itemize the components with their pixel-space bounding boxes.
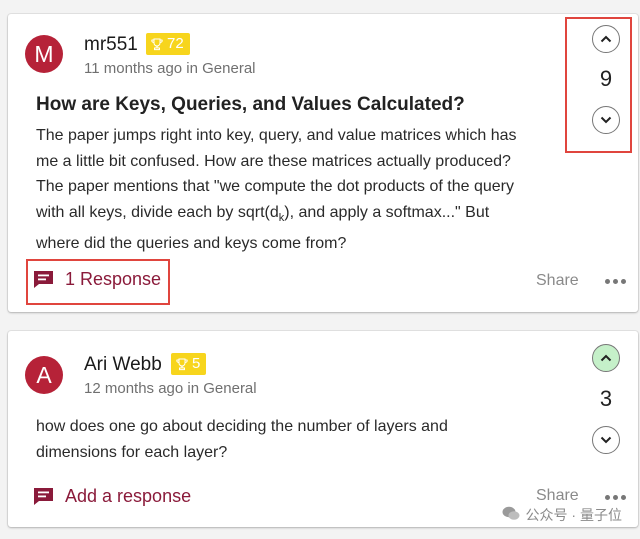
post-body-fragment: ), and apply a softmax..." But xyxy=(284,203,490,221)
dot xyxy=(605,279,610,284)
post-body-fragment: with all keys, divide each by sqrt(d xyxy=(36,203,279,221)
badge-points: 5 xyxy=(192,355,201,372)
chevron-down-icon xyxy=(600,111,612,129)
avatar-letter: A xyxy=(36,362,52,388)
chevron-up-icon xyxy=(600,30,612,48)
post-meta: 11 months ago in General xyxy=(84,60,256,77)
trophy-icon xyxy=(151,38,163,51)
author-name[interactable]: Ari Webb xyxy=(84,354,162,376)
dot xyxy=(621,279,626,284)
dot xyxy=(613,495,618,500)
post-card: M mr551 72 11 months ago in General How … xyxy=(8,14,638,312)
upvote-button[interactable] xyxy=(592,344,620,372)
chevron-down-icon xyxy=(600,431,612,449)
avatar[interactable]: A xyxy=(25,356,63,394)
points-badge: 5 xyxy=(171,353,207,375)
post-body-line: how does one go about deciding the numbe… xyxy=(36,418,448,435)
more-options-button[interactable] xyxy=(605,279,626,284)
downvote-button[interactable] xyxy=(592,106,620,134)
badge-points: 72 xyxy=(167,35,184,52)
vote-count: 3 xyxy=(599,386,613,411)
share-button[interactable]: Share xyxy=(536,272,579,290)
dot xyxy=(613,279,618,284)
add-response-label: Add a response xyxy=(65,486,192,506)
share-button[interactable]: Share xyxy=(536,487,579,505)
downvote-button[interactable] xyxy=(592,426,620,454)
comment-icon xyxy=(33,487,54,506)
comment-icon xyxy=(33,270,54,289)
trophy-icon xyxy=(176,358,188,371)
post-body-line: with all keys, divide each by sqrt(dk), … xyxy=(36,200,556,232)
post-body: how does one go about deciding the numbe… xyxy=(36,414,536,465)
post-body-line: dimensions for each layer? xyxy=(36,443,228,461)
post-body-line: The paper mentions that "we compute the … xyxy=(36,178,514,195)
watermark-text: 公众号 · 量子位 xyxy=(525,507,622,523)
watermark: 公众号 · 量子位 xyxy=(502,505,622,525)
post-body-line: me a little bit confused. How are these … xyxy=(36,152,511,170)
post-meta: 12 months ago in General xyxy=(84,380,257,397)
upvote-button[interactable] xyxy=(592,25,620,53)
author-name[interactable]: mr551 xyxy=(84,34,138,56)
avatar-letter: M xyxy=(34,41,54,67)
post-title[interactable]: How are Keys, Queries, and Values Calcul… xyxy=(36,94,465,116)
post-body-line: where did the queries and keys come from… xyxy=(36,235,347,253)
post-card: A Ari Webb 5 12 months ago in General ho… xyxy=(8,331,638,527)
responses-link[interactable]: 1 Response xyxy=(33,269,161,290)
post-body-line: The paper jumps right into key, query, a… xyxy=(36,127,517,144)
vote-count: 9 xyxy=(599,66,613,91)
chevron-up-icon xyxy=(600,349,612,367)
add-response-button[interactable]: Add a response xyxy=(33,486,191,507)
dot xyxy=(621,495,626,500)
dot xyxy=(605,495,610,500)
responses-label: 1 Response xyxy=(65,269,162,289)
wechat-icon xyxy=(502,506,520,524)
avatar[interactable]: M xyxy=(25,35,63,73)
points-badge: 72 xyxy=(146,33,190,55)
more-options-button[interactable] xyxy=(605,495,626,500)
post-body: The paper jumps right into key, query, a… xyxy=(36,123,556,257)
